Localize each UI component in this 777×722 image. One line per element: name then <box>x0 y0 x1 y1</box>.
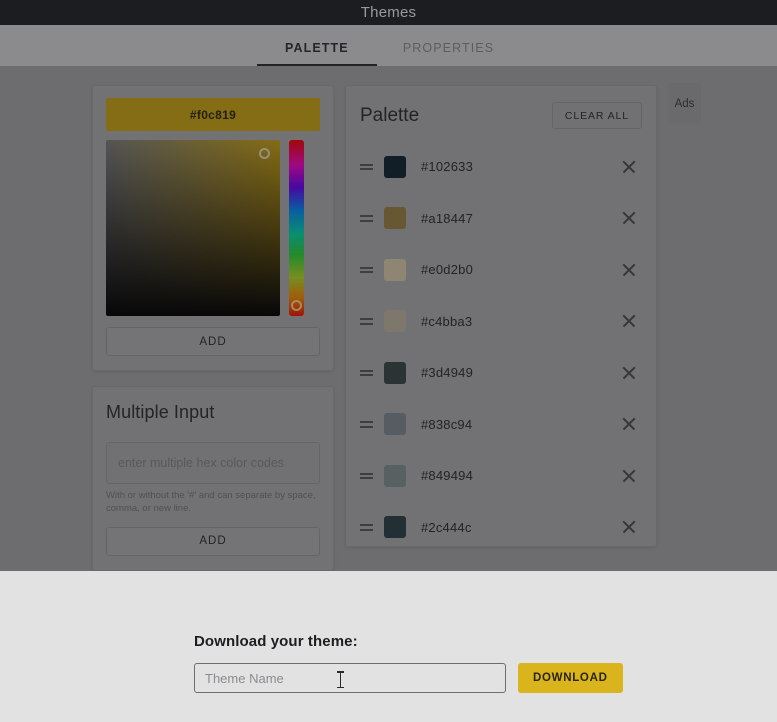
close-icon[interactable] <box>620 518 638 536</box>
download-button[interactable]: DOWNLOAD <box>518 663 623 693</box>
palette-card: Palette CLEAR ALL #102633 #a18447 #e0d2b… <box>345 85 657 547</box>
drag-handle-icon[interactable] <box>360 161 373 173</box>
close-icon[interactable] <box>620 415 638 433</box>
app-titlebar: Themes <box>0 0 777 25</box>
color-swatch[interactable] <box>384 258 406 281</box>
drag-handle-icon[interactable] <box>360 213 373 225</box>
clear-all-label: CLEAR ALL <box>564 109 629 122</box>
close-icon[interactable] <box>620 364 638 382</box>
current-color-hex-value: #f0c819 <box>189 107 237 122</box>
color-picker-body <box>106 140 320 316</box>
app-title: Themes <box>360 4 417 21</box>
theme-name-input[interactable] <box>194 663 506 693</box>
color-swatch[interactable] <box>384 516 406 539</box>
close-icon[interactable] <box>620 261 638 279</box>
tab-bar: PALETTE PROPERTIES <box>0 25 777 67</box>
palette-title: Palette <box>360 104 420 126</box>
palette-row[interactable]: #3d4949 <box>352 347 650 399</box>
multiple-input-add-label: ADD <box>199 535 227 548</box>
palette-row[interactable]: #102633 <box>352 141 650 193</box>
text-cursor-icon <box>337 671 344 688</box>
color-swatch[interactable] <box>384 207 406 230</box>
drag-handle-icon[interactable] <box>360 419 373 431</box>
hue-slider-handle-icon[interactable] <box>291 300 302 311</box>
saturation-value-area[interactable] <box>106 140 280 316</box>
clear-all-button[interactable]: CLEAR ALL <box>551 102 642 129</box>
color-hex-label: #838c94 <box>421 416 473 432</box>
color-hex-label: #e0d2b0 <box>421 262 474 278</box>
color-hex-label: #a18447 <box>421 210 474 226</box>
close-icon[interactable] <box>620 209 638 227</box>
add-color-button[interactable]: ADD <box>106 327 320 356</box>
color-swatch[interactable] <box>384 310 406 333</box>
drag-handle-icon[interactable] <box>360 470 373 482</box>
color-hex-label: #c4bba3 <box>421 313 473 329</box>
multiple-hex-input[interactable] <box>106 442 320 484</box>
color-swatch[interactable] <box>384 413 406 436</box>
palette-row[interactable]: #e0d2b0 <box>352 244 650 296</box>
ads-label: Ads <box>674 97 695 110</box>
download-modal-content: Download your theme: DOWNLOAD <box>194 633 623 693</box>
close-icon[interactable] <box>620 467 638 485</box>
tab-palette[interactable]: PALETTE <box>256 41 377 66</box>
color-picker-card: #f0c819 ADD <box>92 85 334 371</box>
color-swatch[interactable] <box>384 361 406 384</box>
download-modal: Download your theme: DOWNLOAD <box>0 571 777 722</box>
download-modal-row: DOWNLOAD <box>194 663 623 693</box>
tab-properties[interactable]: PROPERTIES <box>377 41 520 66</box>
palette-list: #102633 #a18447 #e0d2b0 #c4bba3 #3d4949 … <box>346 141 656 547</box>
color-hex-label: #2c444c <box>421 519 472 535</box>
multiple-input-card: Multiple Input With or without the '#' a… <box>92 386 334 571</box>
color-picker-handle-icon[interactable] <box>259 148 270 159</box>
color-swatch[interactable] <box>384 155 406 178</box>
close-icon[interactable] <box>620 312 638 330</box>
close-icon[interactable] <box>620 158 638 176</box>
color-swatch[interactable] <box>384 464 406 487</box>
hue-slider[interactable] <box>289 140 304 316</box>
current-color-hex-header[interactable]: #f0c819 <box>106 98 320 131</box>
color-hex-label: #849494 <box>421 468 474 484</box>
multiple-input-hint: With or without the '#' and can separate… <box>106 490 316 514</box>
color-hex-label: #102633 <box>421 159 474 175</box>
theme-name-field-wrapper <box>194 663 506 693</box>
multiple-input-add-button[interactable]: ADD <box>106 526 320 556</box>
drag-handle-icon[interactable] <box>360 367 373 379</box>
drag-handle-icon[interactable] <box>360 264 373 276</box>
palette-row[interactable]: #849494 <box>352 450 650 502</box>
multiple-input-title: Multiple Input <box>106 402 215 422</box>
ads-placeholder[interactable]: Ads <box>668 83 701 124</box>
palette-header: Palette CLEAR ALL <box>346 86 656 141</box>
add-color-button-label: ADD <box>199 335 227 348</box>
drag-handle-icon[interactable] <box>360 316 373 328</box>
drag-handle-icon[interactable] <box>360 522 373 534</box>
palette-row[interactable]: #c4bba3 <box>352 296 650 348</box>
palette-row[interactable]: #2c444c <box>352 502 650 547</box>
palette-row[interactable]: #838c94 <box>352 399 650 451</box>
tab-properties-label: PROPERTIES <box>402 41 495 55</box>
color-hex-label: #3d4949 <box>421 365 474 381</box>
palette-row[interactable]: #a18447 <box>352 193 650 245</box>
tab-palette-label: PALETTE <box>284 41 349 55</box>
left-column: #f0c819 ADD Multiple Input With or witho… <box>92 85 334 571</box>
download-modal-title: Download your theme: <box>194 633 358 650</box>
